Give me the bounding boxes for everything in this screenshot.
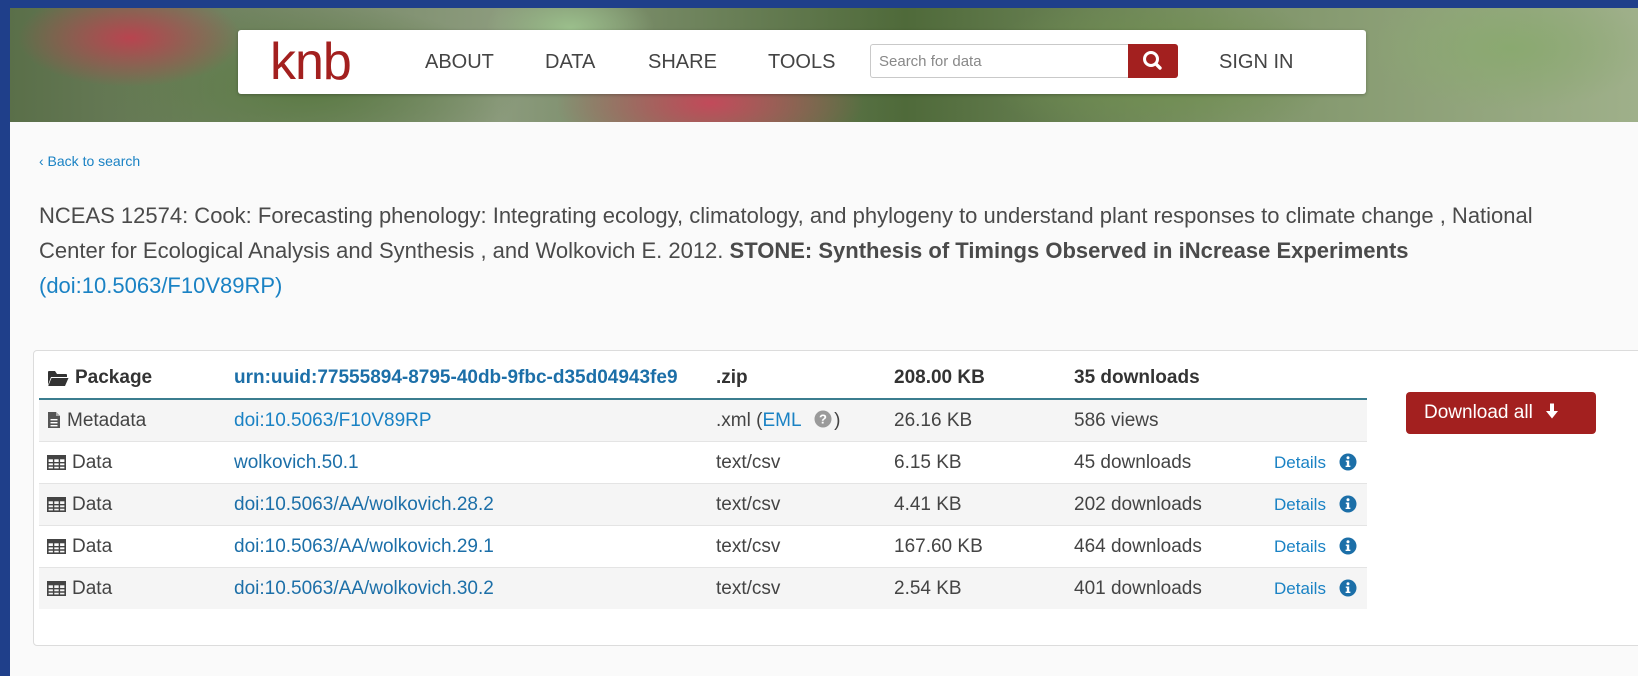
details-link[interactable]: Details <box>1274 453 1326 472</box>
search-input[interactable] <box>870 44 1128 78</box>
data-downloads: 464 downloads <box>1074 525 1274 568</box>
data-size: 6.15 KB <box>894 441 1074 484</box>
metadata-row: Metadata doi:10.5063/F10V89RP .xml (EML … <box>39 398 1367 442</box>
metadata-views: 586 views <box>1074 398 1274 442</box>
data-downloads: 401 downloads <box>1074 567 1274 609</box>
package-table: Package urn:uuid:77555894-8795-40db-9fbc… <box>39 358 1367 609</box>
nav-about[interactable]: ABOUT <box>425 50 494 74</box>
header-banner: knb ABOUT DATA SHARE TOOLS SIGN IN <box>10 8 1638 122</box>
search-icon <box>1143 51 1162 70</box>
data-row: Data doi:10.5063/AA/wolkovich.29.1 text/… <box>39 525 1367 568</box>
package-id-link[interactable]: urn:uuid:77555894-8795-40db-9fbc-d35d049… <box>234 367 678 388</box>
download-all-label: Download all <box>1424 402 1533 423</box>
package-format: .zip <box>716 358 894 400</box>
info-circle-icon[interactable] <box>1339 537 1357 555</box>
info-circle-icon[interactable] <box>1339 495 1357 513</box>
data-label: Data <box>72 451 113 473</box>
citation-doi-link[interactable]: (doi:10.5063/F10V89RP) <box>39 273 282 298</box>
knb-logo[interactable]: knb <box>270 32 352 92</box>
package-size: 208.00 KB <box>894 358 1074 400</box>
data-label: Data <box>72 535 113 557</box>
info-circle-icon[interactable] <box>1339 579 1357 597</box>
data-label: Data <box>72 493 113 515</box>
package-header-row: Package urn:uuid:77555894-8795-40db-9fbc… <box>39 358 1367 400</box>
metadata-size: 26.16 KB <box>894 398 1074 442</box>
metadata-label: Metadata <box>67 409 147 431</box>
nav-share[interactable]: SHARE <box>648 50 717 74</box>
table-icon <box>47 538 66 554</box>
metadata-format-suffix: ) <box>834 409 841 431</box>
data-size: 167.60 KB <box>894 525 1074 568</box>
details-link[interactable]: Details <box>1274 495 1326 514</box>
citation-title: STONE: Synthesis of Timings Observed in … <box>729 238 1409 263</box>
data-id-link[interactable]: wolkovich.50.1 <box>234 452 359 473</box>
data-id-link[interactable]: doi:10.5063/AA/wolkovich.29.1 <box>234 536 494 557</box>
data-format: text/csv <box>716 525 894 568</box>
details-link[interactable]: Details <box>1274 537 1326 556</box>
details-link[interactable]: Details <box>1274 579 1326 598</box>
eml-link[interactable]: EML <box>762 410 800 431</box>
file-text-icon <box>48 412 60 429</box>
nav-tools[interactable]: TOOLS <box>768 50 835 74</box>
browser-viewport: knb ABOUT DATA SHARE TOOLS SIGN IN ‹ Bac… <box>10 8 1638 676</box>
data-id-link[interactable]: doi:10.5063/AA/wolkovich.30.2 <box>234 578 494 599</box>
table-icon <box>47 496 66 512</box>
package-downloads: 35 downloads <box>1074 358 1274 400</box>
svg-text:?: ? <box>819 411 827 426</box>
data-size: 4.41 KB <box>894 483 1074 526</box>
arrow-down-icon <box>1546 403 1559 419</box>
table-icon <box>47 580 66 596</box>
sign-in-link[interactable]: SIGN IN <box>1219 50 1293 74</box>
folder-open-icon <box>48 370 69 386</box>
question-circle-icon[interactable]: ? <box>814 410 832 428</box>
data-format: text/csv <box>716 567 894 609</box>
data-id-link[interactable]: doi:10.5063/AA/wolkovich.28.2 <box>234 494 494 515</box>
info-circle-icon[interactable] <box>1339 453 1357 471</box>
data-format: text/csv <box>716 483 894 526</box>
data-label: Data <box>72 577 113 599</box>
citation: NCEAS 12574: Cook: Forecasting phenology… <box>39 198 1599 303</box>
package-label: Package <box>75 367 153 388</box>
data-format: text/csv <box>716 441 894 484</box>
data-row: Data doi:10.5063/AA/wolkovich.28.2 text/… <box>39 483 1367 526</box>
download-all-button[interactable]: Download all <box>1406 392 1596 434</box>
back-to-search-link[interactable]: ‹ Back to search <box>39 153 140 169</box>
data-size: 2.54 KB <box>894 567 1074 609</box>
nav-data[interactable]: DATA <box>545 50 595 74</box>
table-icon <box>47 454 66 470</box>
search-button[interactable] <box>1128 44 1178 78</box>
data-downloads: 45 downloads <box>1074 441 1274 484</box>
metadata-id-link[interactable]: doi:10.5063/F10V89RP <box>234 410 432 431</box>
metadata-format-prefix: .xml ( <box>716 409 763 431</box>
data-row: Data wolkovich.50.1 text/csv 6.15 KB 45 … <box>39 441 1367 484</box>
data-downloads: 202 downloads <box>1074 483 1274 526</box>
navbar: knb ABOUT DATA SHARE TOOLS SIGN IN <box>238 30 1366 94</box>
data-row: Data doi:10.5063/AA/wolkovich.30.2 text/… <box>39 567 1367 609</box>
